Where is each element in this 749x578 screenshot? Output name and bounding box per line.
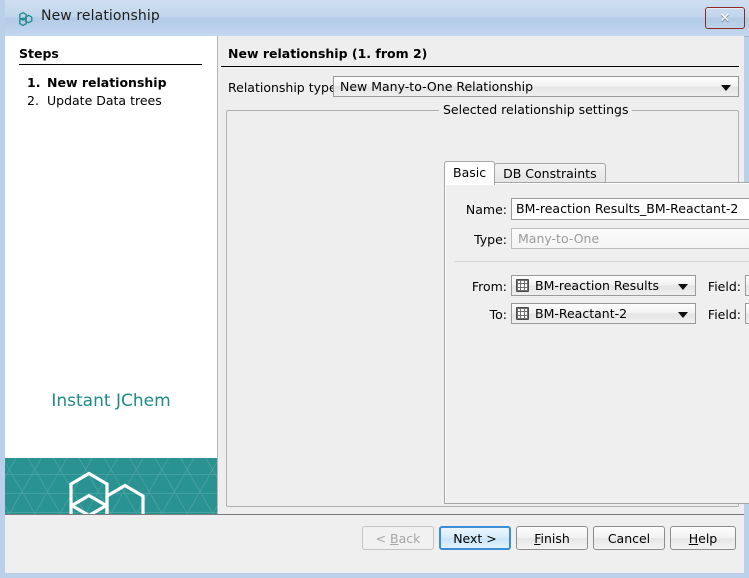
new-relationship-dialog: New relationship ✕ Steps 1.New relations… [0,0,749,578]
to-table-select[interactable]: BM-Reactant-2 [511,303,696,324]
to-table-value: BM-Reactant-2 [535,306,647,321]
page-title-divider [221,66,739,67]
dialog-footer: < Back Next > Finish Cancel Help [5,515,744,568]
page-title: New relationship (1. from 2) [228,46,427,61]
from-field-select[interactable]: 123 Reactant 2 CdId [745,275,749,296]
close-icon: ✕ [706,8,744,28]
table-icon [516,279,529,292]
name-input[interactable]: BM-reaction Results_BM-Reactant-2 [511,198,749,220]
jchem-hexagon-icon [17,10,35,28]
step-item-2: 2.Update Data trees [27,93,162,108]
from-table-select[interactable]: BM-reaction Results [511,275,696,296]
wizard-main-pane: New relationship (1. from 2) Relationshi… [218,36,744,520]
table-icon [516,307,529,320]
group-legend: Selected relationship settings [439,102,632,117]
step-item-1: 1.New relationship [27,75,167,90]
close-button[interactable]: ✕ [705,7,745,29]
type-value: Many-to-One [518,231,619,246]
basic-tab-panel: Name: BM-reaction Results_BM-Reactant-2 … [444,182,749,504]
chevron-down-icon [678,312,688,318]
relationship-type-value: New Many-to-One Relationship [340,79,553,94]
to-label: To: [455,307,507,322]
cancel-button[interactable]: Cancel [593,526,665,550]
help-button[interactable]: Help [670,526,736,550]
relationship-type-label: Relationship type: [228,80,341,95]
finish-button[interactable]: Finish [516,526,588,550]
title-bar: New relationship ✕ [5,0,749,37]
step-number: 1. [27,75,47,90]
back-button[interactable]: < Back [362,526,434,550]
to-field-label: Field: [701,307,741,322]
step-label: New relationship [47,75,167,90]
next-button-label: Next > [453,531,497,546]
cancel-button-label: Cancel [608,531,650,546]
relationship-type-select[interactable]: New Many-to-One Relationship [333,76,739,97]
chevron-down-icon [678,284,688,290]
help-button-label: Help [689,531,718,546]
from-field-label: Field: [701,279,741,294]
from-label: From: [455,279,507,294]
steps-divider [19,64,202,65]
from-table-value: BM-reaction Results [535,278,679,293]
type-label: Type: [455,232,507,247]
step-number: 2. [27,93,47,108]
window-title: New relationship [41,8,160,24]
next-button[interactable]: Next > [439,526,511,550]
tab-basic[interactable]: Basic [444,161,495,185]
step-label: Update Data trees [47,93,162,108]
name-label: Name: [455,202,507,217]
brand-name: Instant JChem [5,391,217,411]
to-field-select[interactable]: 123 CdId [745,303,749,324]
steps-sidebar: Steps 1.New relationship 2.Update Data t… [5,36,218,520]
form-divider [455,261,749,262]
back-button-label: < Back [376,531,421,546]
steps-heading: Steps [19,46,59,61]
finish-button-label: Finish [534,531,570,546]
chevron-down-icon [721,85,731,91]
type-select: Many-to-One [511,228,749,249]
